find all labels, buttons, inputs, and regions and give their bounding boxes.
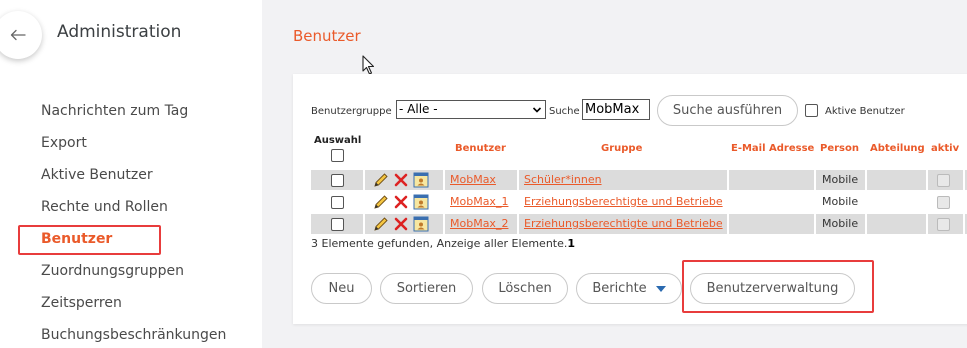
col-header-person[interactable]: Person xyxy=(820,143,859,154)
search-input[interactable]: MobMax xyxy=(582,99,650,120)
result-summary: 3 Elemente gefunden, Anzeige aller Eleme… xyxy=(311,237,575,250)
group-select-value: - Alle - xyxy=(399,102,438,116)
row-active-checkbox xyxy=(937,196,950,209)
active-users-label: Aktive Benutzer xyxy=(825,106,905,117)
sidebar-item-zuordnungsgruppen[interactable]: Zuordnungsgruppen xyxy=(41,263,184,279)
edit-pencil-icon[interactable] xyxy=(373,172,389,188)
row-group-link[interactable]: Erziehungsberechtigte und Betriebe xyxy=(524,192,723,212)
col-header-user[interactable]: Benutzer xyxy=(455,143,506,154)
sort-button[interactable]: Sortieren xyxy=(380,273,473,304)
active-users-checkbox[interactable] xyxy=(805,104,818,117)
sidebar-title: Administration xyxy=(57,22,182,42)
search-button[interactable]: Suche ausführen xyxy=(657,95,798,126)
row-person: Mobile xyxy=(822,195,859,208)
row-select-checkbox[interactable] xyxy=(331,196,344,209)
select-all-checkbox[interactable] xyxy=(331,149,344,162)
user-detail-icon[interactable] xyxy=(413,194,429,210)
col-header-selection: Auswahl xyxy=(314,135,362,146)
filter-row: Benutzergruppe - Alle - Suche MobMax Suc… xyxy=(311,95,967,126)
row-select-checkbox[interactable] xyxy=(331,218,344,231)
row-actions xyxy=(373,192,429,212)
table-row: MobMax Schüler*innen Mobile xyxy=(311,170,967,190)
col-header-group[interactable]: Gruppe xyxy=(601,143,642,154)
row-user-link[interactable]: MobMax xyxy=(450,170,496,190)
table-row: MobMax_2 Erziehungsberechtigte und Betri… xyxy=(311,214,967,234)
page-title: Benutzer xyxy=(293,27,361,45)
sidebar-item-zeitsperren[interactable]: Zeitsperren xyxy=(41,295,122,311)
caret-down-icon xyxy=(655,285,666,292)
row-actions xyxy=(373,170,429,190)
highlight-frame-benutzer xyxy=(18,225,161,255)
reports-dropdown[interactable]: Berichte xyxy=(576,273,682,304)
result-page-number[interactable]: 1 xyxy=(567,237,575,250)
edit-pencil-icon[interactable] xyxy=(373,194,389,210)
delete-x-icon[interactable] xyxy=(394,217,408,231)
table-header: Auswahl Benutzer Gruppe E-Mail Adresse P… xyxy=(293,135,967,162)
row-actions xyxy=(373,214,429,234)
row-user-link[interactable]: MobMax_1 xyxy=(450,192,508,212)
search-label: Suche xyxy=(549,106,580,117)
delete-x-icon[interactable] xyxy=(394,195,408,209)
row-active-checkbox xyxy=(937,218,950,231)
sidebar-item-buchungsbeschraenkungen[interactable]: Buchungsbeschränkungen xyxy=(41,327,226,343)
col-header-email[interactable]: E-Mail Adresse xyxy=(731,143,814,154)
row-user-link[interactable]: MobMax_2 xyxy=(450,214,508,234)
row-person: Mobile xyxy=(822,173,859,186)
reports-label: Berichte xyxy=(592,281,647,296)
col-header-active[interactable]: aktiv xyxy=(931,143,959,154)
highlight-frame-user-admin xyxy=(682,260,874,313)
sidebar-item-aktive-benutzer[interactable]: Aktive Benutzer xyxy=(41,167,153,183)
sidebar-item-export[interactable]: Export xyxy=(41,135,87,151)
back-arrow-icon xyxy=(10,29,26,41)
chevron-down-icon xyxy=(532,102,542,121)
col-header-department[interactable]: Abteilung xyxy=(870,143,925,154)
group-select[interactable]: - Alle - xyxy=(396,100,546,119)
delete-x-icon[interactable] xyxy=(394,173,408,187)
user-detail-icon[interactable] xyxy=(413,216,429,232)
delete-button[interactable]: Löschen xyxy=(482,273,568,304)
table-row: MobMax_1 Erziehungsberechtigte und Betri… xyxy=(311,192,967,212)
row-active-checkbox xyxy=(937,174,950,187)
back-button[interactable] xyxy=(0,11,42,59)
result-summary-text: 3 Elemente gefunden, Anzeige aller Eleme… xyxy=(311,237,568,250)
sidebar-item-nachrichten-zum-tag[interactable]: Nachrichten zum Tag xyxy=(41,103,188,119)
row-group-link[interactable]: Schüler*innen xyxy=(524,170,602,190)
row-person: Mobile xyxy=(822,217,859,230)
sidebar-item-rechte-und-rollen[interactable]: Rechte und Rollen xyxy=(41,199,168,215)
row-select-checkbox[interactable] xyxy=(331,174,344,187)
edit-pencil-icon[interactable] xyxy=(373,216,389,232)
new-button[interactable]: Neu xyxy=(311,273,372,304)
sidebar: Administration Nachrichten zum Tag Expor… xyxy=(0,0,262,348)
group-label: Benutzergruppe xyxy=(311,106,392,117)
row-group-link[interactable]: Erziehungsberechtigte und Betriebe xyxy=(524,214,723,234)
user-detail-icon[interactable] xyxy=(413,172,429,188)
